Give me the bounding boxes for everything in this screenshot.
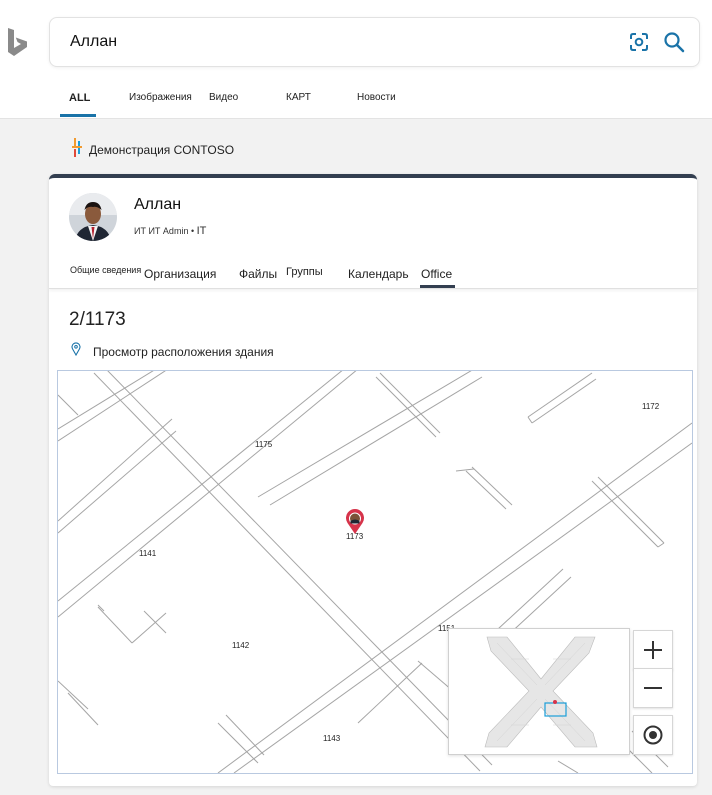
person-card: Аллан ИТ ИТ Admin • IT Общие сведения Ор…	[49, 174, 697, 786]
zoom-out-button[interactable]	[633, 668, 673, 708]
search-input[interactable]	[70, 31, 590, 53]
office-number: 2/1173	[69, 309, 126, 330]
header: ALL Изображения Видео КАРТ Новости	[0, 0, 712, 119]
tab-organization[interactable]: Организация	[144, 267, 216, 281]
room-label: 1141	[139, 549, 157, 558]
minimap-floor-plan	[484, 636, 598, 748]
bing-logo-icon[interactable]	[6, 27, 30, 57]
person-name: Аллан	[134, 196, 182, 213]
view-building-location-link[interactable]: Просмотр расположения здания	[93, 345, 274, 359]
minimap[interactable]	[448, 628, 630, 755]
active-tab-indicator	[60, 114, 96, 117]
avatar[interactable]	[69, 193, 117, 241]
tab-news[interactable]: Новости	[357, 92, 396, 103]
profile-header: Аллан ИТ ИТ Admin • IT Общие сведения Ор…	[49, 178, 697, 289]
search-box	[49, 17, 700, 67]
tab-maps[interactable]: КАРТ	[286, 92, 311, 103]
visual-search-icon[interactable]	[628, 31, 650, 53]
minus-icon	[644, 687, 662, 689]
active-profile-tab-indicator	[420, 285, 455, 288]
floor-map[interactable]: 1175 1172 1173 1141 1142 1143 1151	[57, 370, 693, 774]
tab-office[interactable]: Office	[421, 267, 452, 281]
tab-files[interactable]: Файлы	[239, 267, 277, 281]
locate-me-icon	[643, 725, 663, 745]
room-label: 1172	[642, 402, 660, 411]
location-pin-icon	[71, 342, 81, 356]
tab-images[interactable]: Изображения	[129, 92, 192, 103]
tab-overview[interactable]: Общие сведения	[70, 265, 141, 275]
tab-all[interactable]: ALL	[69, 92, 90, 104]
locate-me-button[interactable]	[633, 715, 673, 755]
person-title: ИТ ИТ Admin • IT	[134, 225, 207, 237]
map-marker-icon[interactable]	[345, 509, 365, 535]
contoso-logo-icon	[72, 138, 82, 157]
tab-groups[interactable]: Группы	[286, 266, 323, 278]
person-department: IT	[196, 225, 207, 237]
room-label: 1143	[323, 734, 341, 743]
room-label: 1142	[232, 641, 250, 650]
search-icon[interactable]	[663, 31, 685, 53]
plus-icon	[644, 641, 662, 659]
brand-name[interactable]: Демонстрация CONTOSO	[89, 143, 234, 157]
tab-videos[interactable]: Видео	[209, 92, 238, 103]
room-label: 1175	[255, 440, 273, 449]
zoom-in-button[interactable]	[633, 630, 673, 670]
tab-calendar[interactable]: Календарь	[348, 267, 409, 281]
